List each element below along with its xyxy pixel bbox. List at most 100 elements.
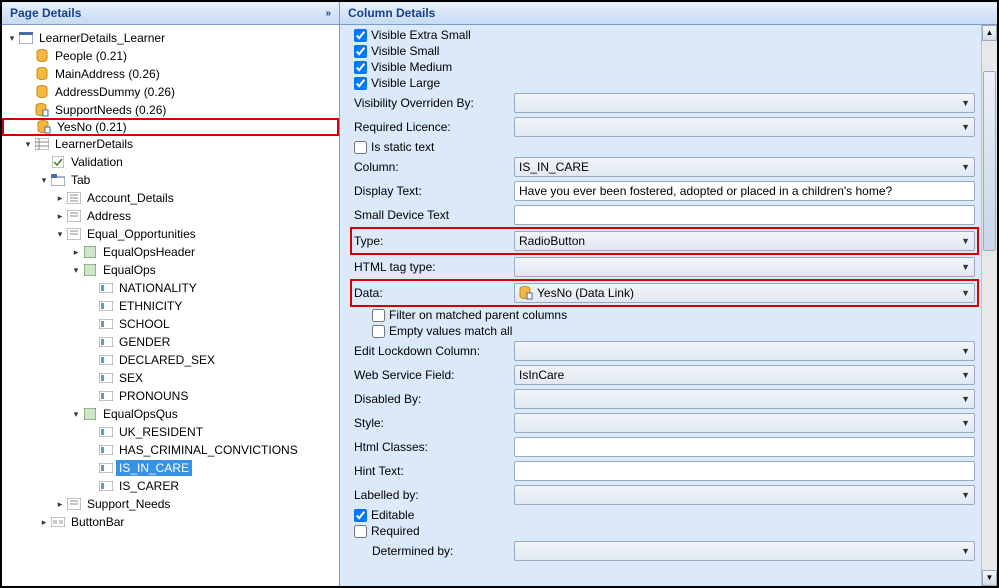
- labelled-by-combo[interactable]: ▼: [514, 485, 975, 505]
- hint-text-input[interactable]: [514, 461, 975, 481]
- required-check[interactable]: Required: [354, 523, 975, 539]
- collapse-icon[interactable]: »: [325, 8, 331, 19]
- tree-nationality[interactable]: NATIONALITY: [2, 279, 339, 297]
- html-classes-input[interactable]: [514, 437, 975, 457]
- tree-validation[interactable]: Validation: [2, 153, 339, 171]
- toggle-icon[interactable]: ▸: [54, 499, 66, 510]
- toggle-icon[interactable]: ▸: [54, 211, 66, 222]
- visibility-overriden-combo[interactable]: ▼: [514, 93, 975, 113]
- small-device-text-input[interactable]: [514, 205, 975, 225]
- html-tag-type-combo[interactable]: ▼: [514, 257, 975, 277]
- tree-supportneeds[interactable]: SupportNeeds (0.26): [2, 101, 339, 119]
- tree-sex[interactable]: SEX: [2, 369, 339, 387]
- empty-values-check[interactable]: Empty values match all: [354, 323, 975, 339]
- is-static-text-check[interactable]: Is static text: [354, 139, 975, 155]
- web-service-field-row: Web Service Field:IsInCare▼: [354, 363, 975, 387]
- tree-equal-opportunities[interactable]: ▾Equal_Opportunities: [2, 225, 339, 243]
- edit-lockdown-combo[interactable]: ▼: [514, 341, 975, 361]
- visible-large-check[interactable]: Visible Large: [354, 75, 975, 91]
- tree-school[interactable]: SCHOOL: [2, 315, 339, 333]
- toggle-icon[interactable]: ▾: [54, 229, 66, 240]
- display-text-input[interactable]: Have you ever been fostered, adopted or …: [514, 181, 975, 201]
- tree-gender[interactable]: GENDER: [2, 333, 339, 351]
- determined-by-combo[interactable]: ▼: [514, 541, 975, 561]
- page-details-header: Page Details »: [2, 2, 339, 25]
- database-icon: [34, 48, 50, 64]
- toggle-icon[interactable]: ▾: [22, 139, 34, 150]
- validation-icon: [50, 154, 66, 170]
- section-icon: [66, 496, 82, 512]
- tree-equalops[interactable]: ▾EqualOps: [2, 261, 339, 279]
- tree-mainaddress[interactable]: MainAddress (0.26): [2, 65, 339, 83]
- scroll-thumb[interactable]: [983, 71, 996, 251]
- required-licence-row: Required Licence:▼: [354, 115, 975, 139]
- field-icon: [98, 280, 114, 296]
- visible-medium-check[interactable]: Visible Medium: [354, 59, 975, 75]
- visibility-overriden-row: Visibility Overriden By:▼: [354, 91, 975, 115]
- scroll-down-button[interactable]: ▼: [982, 570, 997, 586]
- tree-is-carer[interactable]: IS_CARER: [2, 477, 339, 495]
- page-details-title: Page Details: [10, 6, 81, 20]
- chevron-down-icon: ▼: [961, 346, 970, 356]
- toggle-icon[interactable]: ▾: [38, 175, 50, 186]
- datalink-icon: [36, 119, 52, 135]
- toggle-icon[interactable]: ▾: [6, 33, 18, 44]
- field-icon: [98, 460, 114, 476]
- labelled-by-row: Labelled by:▼: [354, 483, 975, 507]
- toggle-icon[interactable]: ▾: [70, 265, 82, 276]
- tree-people[interactable]: People (0.21): [2, 47, 339, 65]
- scroll-up-button[interactable]: ▲: [982, 25, 997, 41]
- tree-yesno[interactable]: YesNo (0.21): [2, 118, 339, 136]
- tree-has-criminal[interactable]: HAS_CRIMINAL_CONVICTIONS: [2, 441, 339, 459]
- grid-icon: [34, 136, 50, 152]
- editable-check[interactable]: Editable: [354, 507, 975, 523]
- toggle-icon[interactable]: ▾: [70, 409, 82, 420]
- edit-lockdown-row: Edit Lockdown Column:▼: [354, 339, 975, 363]
- scroll-track[interactable]: [982, 41, 997, 570]
- vertical-scrollbar[interactable]: ▲ ▼: [981, 25, 997, 586]
- toggle-icon[interactable]: ▸: [70, 247, 82, 258]
- tree-ethnicity[interactable]: ETHNICITY: [2, 297, 339, 315]
- type-row: Type:RadioButton▼: [354, 229, 975, 253]
- tree-support-needs2[interactable]: ▸Support_Needs: [2, 495, 339, 513]
- column-details-header: Column Details: [340, 2, 997, 25]
- field-icon: [98, 334, 114, 350]
- tree-pronouns[interactable]: PRONOUNS: [2, 387, 339, 405]
- visible-extra-small-check[interactable]: Visible Extra Small: [354, 27, 975, 43]
- tree-address[interactable]: ▸Address: [2, 207, 339, 225]
- chevron-down-icon: ▼: [961, 490, 970, 500]
- tree-uk-resident[interactable]: UK_RESIDENT: [2, 423, 339, 441]
- section-icon: [66, 190, 82, 206]
- datalink-icon: [519, 286, 533, 300]
- toggle-icon[interactable]: ▸: [54, 193, 66, 204]
- required-licence-combo[interactable]: ▼: [514, 117, 975, 137]
- style-combo[interactable]: ▼: [514, 413, 975, 433]
- field-icon: [98, 352, 114, 368]
- type-combo[interactable]: RadioButton▼: [514, 231, 975, 251]
- column-combo[interactable]: IS_IN_CARE▼: [514, 157, 975, 177]
- web-service-combo[interactable]: IsInCare▼: [514, 365, 975, 385]
- chevron-down-icon: ▼: [961, 394, 970, 404]
- tree-equalopsheader[interactable]: ▸EqualOpsHeader: [2, 243, 339, 261]
- toggle-icon[interactable]: ▸: [38, 517, 50, 528]
- display-text-row: Display Text:Have you ever been fostered…: [354, 179, 975, 203]
- tree-declared-sex[interactable]: DECLARED_SEX: [2, 351, 339, 369]
- filter-matched-check[interactable]: Filter on matched parent columns: [354, 307, 975, 323]
- tree-root[interactable]: ▾LearnerDetails_Learner: [2, 29, 339, 47]
- data-combo[interactable]: YesNo (Data Link)▼: [514, 283, 975, 303]
- tree-account-details[interactable]: ▸Account_Details: [2, 189, 339, 207]
- tree-is-in-care[interactable]: IS_IN_CARE: [2, 459, 339, 477]
- chevron-down-icon: ▼: [961, 236, 970, 246]
- tree-equalopsqus[interactable]: ▾EqualOpsQus: [2, 405, 339, 423]
- disabled-by-row: Disabled By:▼: [354, 387, 975, 411]
- tree-buttonbar[interactable]: ▸ButtonBar: [2, 513, 339, 531]
- tree-learnerdetails[interactable]: ▾LearnerDetails: [2, 135, 339, 153]
- disabled-by-combo[interactable]: ▼: [514, 389, 975, 409]
- html-tag-type-row: HTML tag type:▼: [354, 255, 975, 279]
- tree-addressdummy[interactable]: AddressDummy (0.26): [2, 83, 339, 101]
- hint-text-row: Hint Text:: [354, 459, 975, 483]
- buttonbar-icon: [50, 514, 66, 530]
- visible-small-check[interactable]: Visible Small: [354, 43, 975, 59]
- field-icon: [98, 442, 114, 458]
- tree-tab[interactable]: ▾Tab: [2, 171, 339, 189]
